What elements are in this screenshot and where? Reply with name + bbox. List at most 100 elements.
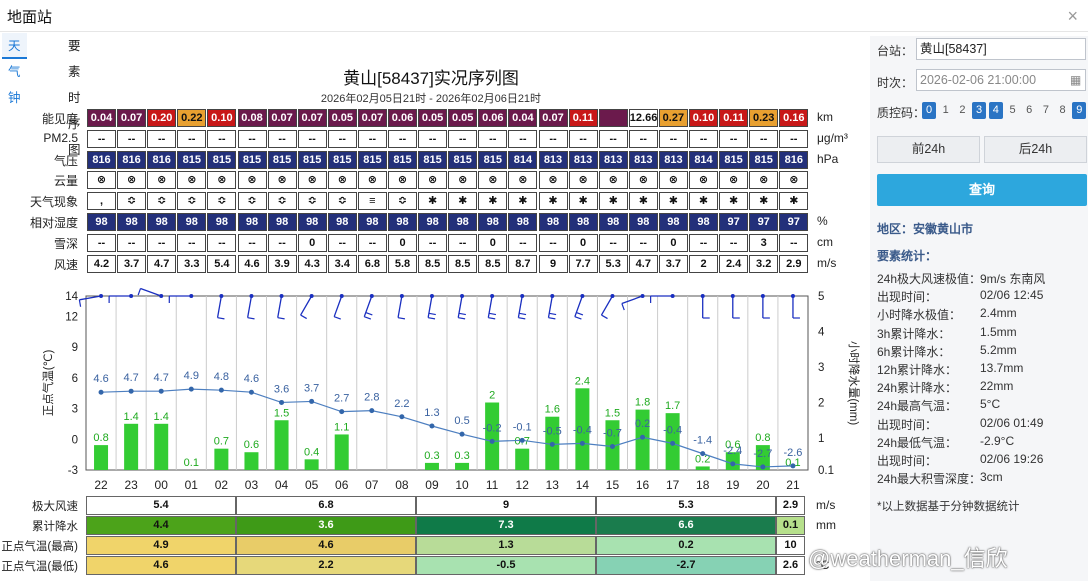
grid-cell: ⊗ (357, 171, 387, 190)
row-label: 云量 (53, 174, 78, 189)
summary-unit: mm (816, 518, 836, 532)
grid-cell: -- (207, 129, 237, 148)
wind-barb (600, 294, 615, 320)
grid-cell: -- (779, 233, 809, 252)
grid-cell: -- (357, 129, 387, 148)
time-input[interactable]: 2026-02-06 21:00:00 (916, 69, 1086, 91)
temperature-point (188, 386, 194, 392)
wind-barb (760, 294, 770, 319)
grid-cell: ✱ (658, 192, 688, 211)
watermark: @weatherman_信欣 (808, 546, 1008, 571)
temperature-point (309, 398, 315, 404)
qc-button-7[interactable]: 7 (1039, 102, 1053, 119)
grid-cell: ⊗ (237, 171, 267, 190)
grid-cell: 816 (779, 150, 809, 169)
temperature-point (158, 388, 164, 394)
grid-cell: 0.06 (478, 109, 508, 127)
stats-key: 12h累计降水： (877, 363, 958, 377)
wind-barb-staff (333, 295, 343, 317)
left-axis-label: 正点气温(℃) (41, 350, 55, 417)
wind-barb (333, 294, 344, 320)
station-input[interactable]: 黄山[58437] (916, 38, 1086, 60)
hour-label: 03 (245, 478, 259, 492)
query-button[interactable]: 查询 (877, 174, 1087, 206)
summary-cell: 4.6 (236, 536, 416, 555)
chart-subtitle: 2026年02月05日21时 - 2026年02月06日21时 (320, 93, 542, 105)
wind-barb (137, 287, 164, 298)
grid-cell: 815 (177, 150, 207, 169)
qc-button-5[interactable]: 5 (1006, 102, 1020, 119)
wind-barb-flag (519, 312, 527, 316)
grid-cell: 8.7 (508, 254, 538, 273)
qc-button-9[interactable]: 9 (1072, 102, 1087, 119)
temperature-label: -0.1 (513, 421, 532, 433)
qc-button-2[interactable]: 2 (955, 102, 969, 119)
grid-cell: 815 (327, 150, 357, 169)
grid-cell: 813 (628, 150, 658, 169)
wind-barb-flag (601, 314, 608, 320)
grid-cell: 98 (147, 213, 177, 231)
wind-barb (397, 294, 406, 320)
grid-cell: 0 (388, 233, 417, 252)
tab-weather-clock[interactable]: 天气钟 (2, 33, 27, 105)
grid-cell: 5.3 (598, 254, 628, 273)
stats-line: 6h累计降水： 5.2mm (877, 343, 1087, 360)
grid-cell: 813 (658, 150, 688, 169)
wind-barb-staff (246, 295, 253, 318)
grid-cell: 98 (538, 213, 568, 231)
qc-button-3[interactable]: 3 (972, 102, 987, 119)
grid-cell: -- (719, 129, 749, 148)
grid-cell: 3.7 (117, 254, 147, 273)
summary-row: 正点气温(最低) 4.6 2.2 -0.5 -2.7 2.6 °C (0, 556, 870, 575)
precip-bar (274, 420, 289, 470)
right-tick-label: 4 (818, 327, 825, 339)
prev-24h-button[interactable]: 前24h (877, 136, 980, 163)
grid-cell: 3.9 (267, 254, 297, 273)
grid-cell: 813 (568, 150, 598, 169)
wind-barb-staff (277, 295, 283, 318)
precip-label: 0.8 (755, 432, 770, 444)
temperature-point (579, 440, 585, 446)
precip-bar (485, 402, 500, 470)
grid-cell: ≎ (327, 192, 357, 211)
precip-bar (515, 448, 530, 470)
precip-bar (154, 423, 169, 470)
precip-label: 1.4 (123, 411, 138, 423)
grid-cell: -- (478, 129, 508, 148)
qc-button-0[interactable]: 0 (922, 102, 936, 119)
summary-cell: 5.4 (86, 496, 236, 515)
tab-time-series[interactable]: 要素时序图 (62, 33, 87, 157)
next-24h-button[interactable]: 后24h (984, 136, 1087, 163)
stats-value: 02/06 19:26 (980, 452, 1044, 466)
grid-cell: 98 (117, 213, 147, 231)
summary-cell: 7.3 (416, 516, 596, 535)
stats-value: 5.2mm (980, 342, 1017, 357)
hour-label: 09 (425, 478, 439, 492)
temperature-point (609, 443, 615, 449)
wind-barb-flag (548, 317, 556, 320)
summary-cell: 6.8 (236, 496, 416, 515)
calendar-icon[interactable]: ▦ (1070, 73, 1081, 87)
qc-button-4[interactable]: 4 (988, 102, 1003, 119)
precip-bar (94, 445, 109, 470)
left-tick-label: 9 (72, 342, 78, 354)
qc-button-1[interactable]: 1 (939, 102, 953, 119)
qc-button-6[interactable]: 6 (1022, 102, 1036, 119)
grid-cell: 98 (207, 213, 237, 231)
grid-cell: 0.06 (388, 109, 417, 127)
qc-button-8[interactable]: 8 (1056, 102, 1070, 119)
grid-cell: -- (87, 233, 116, 252)
region-text: 地区：安徽黄山市 (877, 222, 974, 236)
close-icon[interactable]: × (1067, 6, 1078, 27)
grid-cell: 0.27 (658, 109, 688, 127)
grid-cell: ✱ (598, 192, 628, 211)
hour-label: 17 (666, 478, 680, 492)
grid-cell: -- (568, 129, 598, 148)
app-window: 地面站 × 天气钟 要素时序图 黄山[58437]实况序列图 2026年02月0… (0, 0, 1088, 581)
wind-barb-flag (428, 317, 436, 320)
temperature-point (218, 387, 224, 393)
grid-cell: -- (448, 129, 478, 148)
temperature-point (549, 441, 555, 447)
stats-key: 24h最低气温： (877, 435, 958, 450)
temperature-label: -1.4 (693, 435, 712, 447)
